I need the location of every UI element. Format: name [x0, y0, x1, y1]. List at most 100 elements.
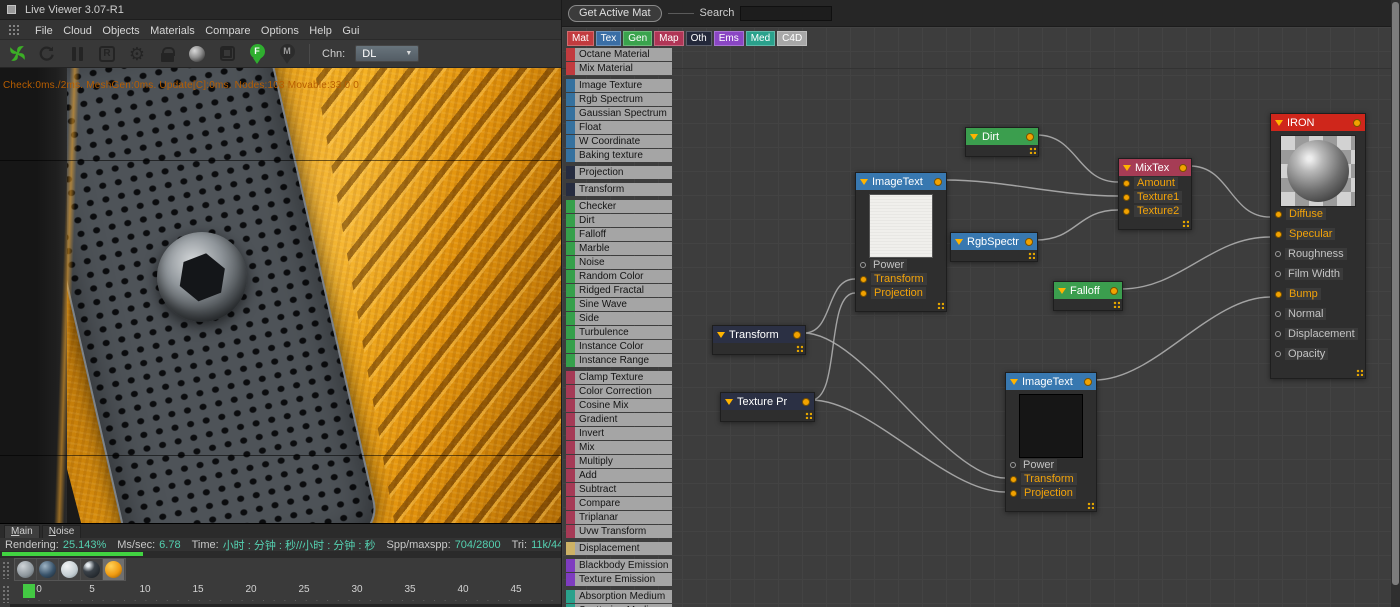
focus-picker-pin-icon[interactable]: F	[247, 44, 267, 64]
menu-cloud[interactable]: Cloud	[63, 25, 92, 37]
palette-item-instance-range[interactable]: Instance Range	[566, 354, 672, 367]
palette-item-turbulence[interactable]: Turbulence	[566, 326, 672, 339]
material-thumb-dark-sphere[interactable]	[81, 559, 103, 580]
material-preview-icon[interactable]	[187, 44, 207, 64]
palette-item-gradient[interactable]: Gradient	[566, 413, 672, 426]
node-header[interactable]: MixTex	[1119, 159, 1191, 176]
palette-item-mix-material[interactable]: Mix Material	[566, 62, 672, 75]
palette-item-subtract[interactable]: Subtract	[566, 483, 672, 496]
node-header[interactable]: ImageText	[1006, 373, 1096, 390]
refresh-icon[interactable]	[37, 44, 57, 64]
palette-item-displacement[interactable]: Displacement	[566, 542, 672, 555]
resize-handle-icon[interactable]	[805, 412, 812, 419]
node-header[interactable]: IRON	[1271, 114, 1365, 131]
resize-handle-icon[interactable]	[796, 345, 803, 352]
palette-item-color-correction[interactable]: Color Correction	[566, 385, 672, 398]
category-c4d[interactable]: C4D	[777, 31, 807, 46]
palette-item-w-coordinate[interactable]: W Coordinate	[566, 135, 672, 148]
collapse-triangle-icon[interactable]	[1123, 165, 1131, 171]
drag-handle-icon[interactable]	[8, 24, 20, 36]
menu-materials[interactable]: Materials	[150, 25, 195, 37]
menu-gui[interactable]: Gui	[342, 25, 359, 37]
menu-compare[interactable]: Compare	[205, 25, 250, 37]
palette-item-multiply[interactable]: Multiply	[566, 455, 672, 468]
resize-handle-icon[interactable]	[1182, 220, 1189, 227]
palette-item-cosine-mix[interactable]: Cosine Mix	[566, 399, 672, 412]
live-viewer-titlebar[interactable]: Live Viewer 3.07-R1	[0, 0, 561, 20]
palette-item-absorption-medium[interactable]: Absorption Medium	[566, 590, 672, 603]
output-port[interactable]	[802, 398, 810, 406]
node-iron[interactable]: IRONDiffuseSpecularRoughnessFilm WidthBu…	[1270, 113, 1366, 379]
pause-icon[interactable]	[67, 44, 87, 64]
lock-resolution-icon[interactable]	[157, 44, 177, 64]
palette-item-image-texture[interactable]: Image Texture	[566, 79, 672, 92]
input-port-film-width[interactable]	[1275, 271, 1281, 277]
category-mat[interactable]: Mat	[567, 31, 594, 46]
collapse-triangle-icon[interactable]	[717, 332, 725, 338]
node-imagetext2[interactable]: ImageTextPowerTransformProjection	[1005, 372, 1097, 512]
node-dirt[interactable]: Dirt	[965, 127, 1039, 157]
palette-item-dirt[interactable]: Dirt	[566, 214, 672, 227]
palette-item-random-color[interactable]: Random Color	[566, 270, 672, 283]
drag-handle-icon[interactable]	[2, 561, 10, 579]
output-port[interactable]	[793, 331, 801, 339]
input-port-transform[interactable]	[1010, 476, 1017, 483]
output-port[interactable]	[1084, 378, 1092, 386]
material-thumb-orange-sphere[interactable]	[103, 559, 125, 580]
material-thumb-blue-sphere[interactable]	[37, 559, 59, 580]
node-header[interactable]: RgbSpectr	[951, 233, 1037, 250]
channel-dropdown[interactable]: DL ▼	[355, 45, 419, 62]
output-port[interactable]	[1110, 287, 1118, 295]
menu-help[interactable]: Help	[309, 25, 332, 37]
get-active-mat-button[interactable]: Get Active Mat	[568, 5, 662, 22]
palette-item-clamp-texture[interactable]: Clamp Texture	[566, 371, 672, 384]
input-port-power[interactable]	[860, 262, 866, 268]
category-oth[interactable]: Oth	[686, 31, 712, 46]
restart-render-button[interactable]: R	[97, 44, 117, 64]
palette-item-blackbody-emission[interactable]: Blackbody Emission	[566, 559, 672, 572]
palette-item-add[interactable]: Add	[566, 469, 672, 482]
collapse-triangle-icon[interactable]	[725, 399, 733, 405]
scrollbar-thumb[interactable]	[1392, 2, 1399, 585]
input-port-texture2[interactable]	[1123, 208, 1130, 215]
output-port[interactable]	[934, 178, 942, 186]
menu-options[interactable]: Options	[261, 25, 299, 37]
material-picker-pin-icon[interactable]: M	[277, 44, 297, 64]
output-port[interactable]	[1025, 238, 1033, 246]
palette-item-uvw-transform[interactable]: Uvw Transform	[566, 525, 672, 538]
node-falloff[interactable]: Falloff	[1053, 281, 1123, 311]
palette-item-triplanar[interactable]: Triplanar	[566, 511, 672, 524]
palette-item-invert[interactable]: Invert	[566, 427, 672, 440]
vertical-scrollbar[interactable]	[1391, 0, 1400, 607]
current-frame-marker[interactable]	[23, 584, 35, 598]
output-port[interactable]	[1179, 164, 1187, 172]
settings-gear-icon[interactable]: ⚙	[127, 44, 147, 64]
input-port-amount[interactable]	[1123, 180, 1130, 187]
palette-item-sine-wave[interactable]: Sine Wave	[566, 298, 672, 311]
palette-item-gaussian-spectrum[interactable]: Gaussian Spectrum	[566, 107, 672, 120]
input-port-transform[interactable]	[860, 276, 867, 283]
node-header[interactable]: Transform	[713, 326, 805, 343]
palette-item-octane-material[interactable]: Octane Material	[566, 48, 672, 61]
input-port-roughness[interactable]	[1275, 251, 1281, 257]
input-port-power[interactable]	[1010, 462, 1016, 468]
resize-handle-icon[interactable]	[1113, 301, 1120, 308]
menu-file[interactable]: File	[35, 25, 53, 37]
palette-item-falloff[interactable]: Falloff	[566, 228, 672, 241]
timeline-ruler[interactable]: 051015202530354045	[10, 581, 561, 607]
view-tab-main[interactable]: Main	[4, 525, 40, 538]
node-imagetext1[interactable]: ImageTextPowerTransformProjection	[855, 172, 947, 312]
collapse-triangle-icon[interactable]	[955, 239, 963, 245]
category-tex[interactable]: Tex	[596, 31, 622, 46]
resize-handle-icon[interactable]	[937, 302, 944, 309]
timeline[interactable]: 051015202530354045	[0, 581, 561, 607]
input-port-normal[interactable]	[1275, 311, 1281, 317]
resize-handle-icon[interactable]	[1356, 369, 1363, 376]
octane-logo-icon[interactable]	[7, 44, 27, 64]
palette-item-noise[interactable]: Noise	[566, 256, 672, 269]
input-port-texture1[interactable]	[1123, 194, 1130, 201]
palette-item-instance-color[interactable]: Instance Color	[566, 340, 672, 353]
collapse-triangle-icon[interactable]	[1275, 120, 1283, 126]
collapse-triangle-icon[interactable]	[1058, 288, 1066, 294]
node-mixtex[interactable]: MixTexAmountTexture1Texture2	[1118, 158, 1192, 230]
